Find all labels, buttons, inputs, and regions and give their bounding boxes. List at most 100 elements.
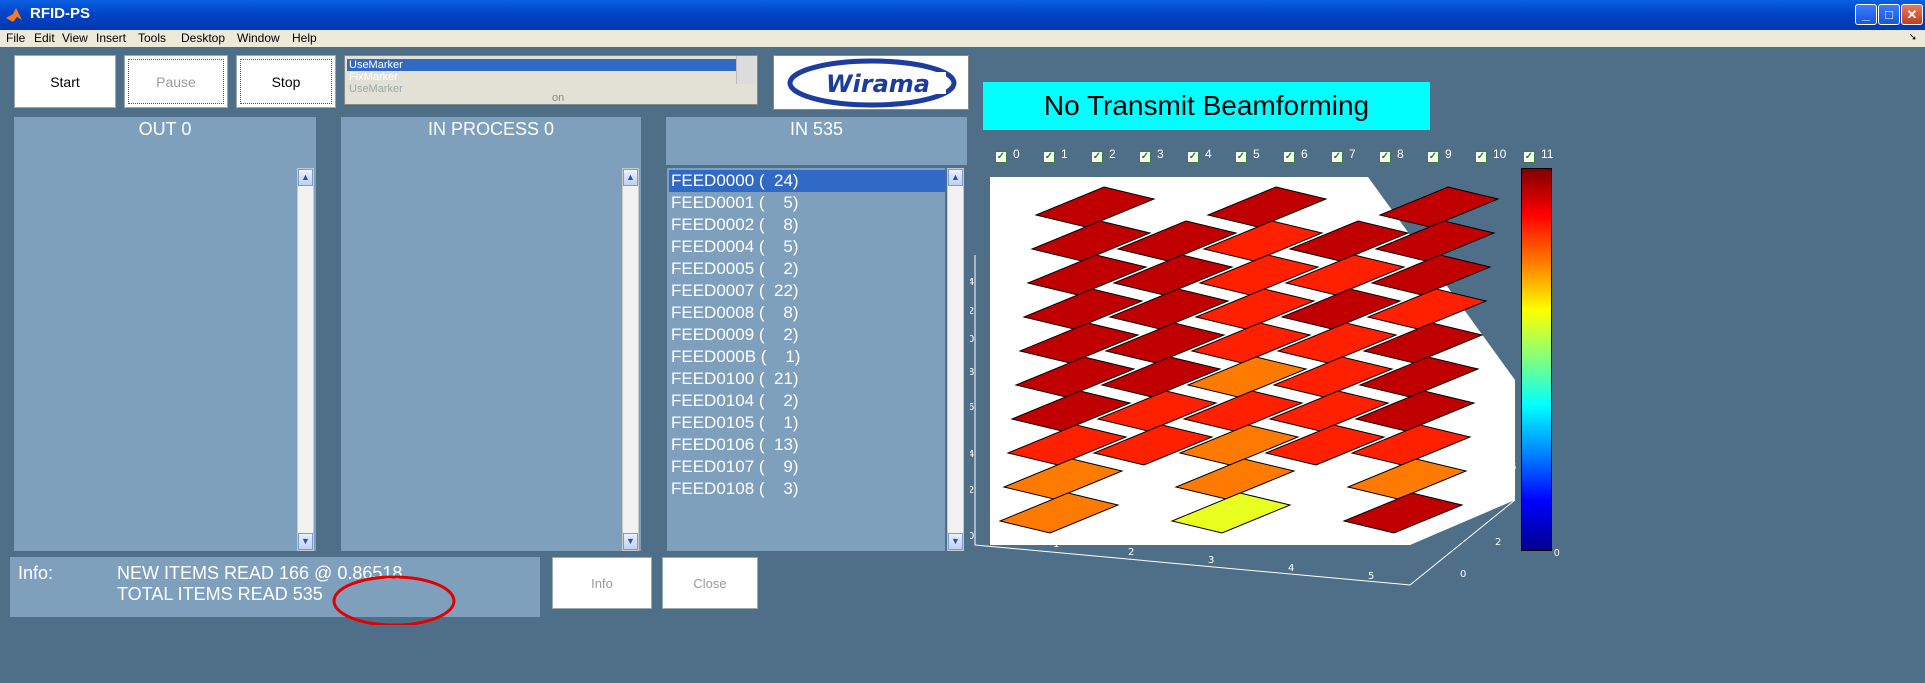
scroll-up-icon[interactable]: ▲: [948, 169, 963, 186]
in-process-scrollbar[interactable]: ▲ ▼: [622, 168, 639, 551]
z-tick-label: 4: [970, 277, 974, 288]
channel-checkbox-7[interactable]: ✓ 7: [1331, 147, 1356, 163]
marker-item[interactable]: FixMarker: [347, 71, 737, 83]
feed-item[interactable]: FEED0001 ( 5): [669, 192, 945, 214]
x-tick-label: 3: [1208, 555, 1214, 566]
menu-bar: File Edit View Insert Tools Desktop Wind…: [0, 30, 1925, 47]
z-tick-label: 2: [970, 306, 974, 317]
channel-label: 1: [1061, 147, 1068, 161]
channel-label: 9: [1445, 147, 1452, 161]
menu-insert[interactable]: Insert: [96, 31, 126, 45]
x-tick-label: 4: [1288, 563, 1294, 574]
channel-checkbox-11[interactable]: ✓ 11: [1523, 147, 1553, 163]
feed-item[interactable]: FEED0004 ( 5): [669, 236, 945, 258]
channel-checkbox-9[interactable]: ✓ 9: [1427, 147, 1452, 163]
maximize-button[interactable]: □: [1878, 4, 1900, 25]
checkmark-icon: ✓: [1043, 151, 1055, 163]
marker-scrollbar[interactable]: [736, 56, 756, 84]
info-button-label: Info: [591, 575, 613, 591]
menu-view[interactable]: View: [62, 31, 88, 45]
in-panel-title: IN 535: [789, 119, 844, 139]
menu-file[interactable]: File: [6, 31, 25, 45]
checkmark-icon: ✓: [1235, 151, 1247, 163]
channel-label: 5: [1253, 147, 1260, 161]
scroll-down-icon[interactable]: ▼: [623, 533, 638, 550]
pause-button[interactable]: Pause: [124, 55, 228, 108]
scroll-down-icon[interactable]: ▼: [948, 533, 963, 550]
checkmark-icon: ✓: [1427, 151, 1439, 163]
channel-checkbox-5[interactable]: ✓ 5: [1235, 147, 1260, 163]
colorbar: [1521, 168, 1552, 551]
y-tick-label: 2: [1495, 537, 1501, 548]
out-panel: [14, 117, 316, 551]
total-items-read-text: TOTAL ITEMS READ 535: [117, 584, 323, 604]
checkmark-icon: ✓: [1475, 151, 1487, 163]
wirama-logo: Wirama: [773, 55, 969, 110]
menu-desktop[interactable]: Desktop: [181, 31, 225, 45]
checkmark-icon: ✓: [1091, 151, 1103, 163]
checkmark-icon: ✓: [1523, 151, 1535, 163]
z-tick-label: 0: [970, 334, 974, 345]
close-button[interactable]: Close: [662, 557, 758, 609]
focus-outline: [240, 59, 332, 104]
feed-item[interactable]: FEED0106 ( 13): [669, 434, 945, 456]
menu-window[interactable]: Window: [237, 31, 280, 45]
y-tick-label: 0: [1460, 569, 1466, 580]
minimize-button[interactable]: _: [1855, 4, 1877, 25]
checkmark-icon: ✓: [1331, 151, 1343, 163]
channel-label: 8: [1397, 147, 1404, 161]
feed-list[interactable]: FEED0000 ( 24) FEED0001 ( 5) FEED0002 ( …: [667, 168, 945, 551]
stop-button[interactable]: Stop: [236, 55, 336, 108]
feed-item[interactable]: FEED0005 ( 2): [669, 258, 945, 280]
marker-listbox[interactable]: UseMarker FixMarker UseMarker: [344, 55, 758, 105]
channel-checkbox-10[interactable]: ✓ 10: [1475, 147, 1506, 163]
checkmark-icon: ✓: [995, 151, 1007, 163]
x-tick-label: 5: [1368, 571, 1374, 582]
channel-checkbox-8[interactable]: ✓ 8: [1379, 147, 1404, 163]
feed-item[interactable]: FEED0002 ( 8): [669, 214, 945, 236]
feed-item[interactable]: FEED0104 ( 2): [669, 390, 945, 412]
x-axis: [974, 544, 1411, 586]
feed-scrollbar[interactable]: ▲ ▼: [947, 168, 964, 551]
channel-label: 7: [1349, 147, 1356, 161]
scroll-up-icon[interactable]: ▲: [623, 169, 638, 186]
channel-label: 2: [1109, 147, 1116, 161]
feed-item[interactable]: FEED0107 ( 9): [669, 456, 945, 478]
dock-arrow-icon[interactable]: ➘: [1909, 32, 1917, 43]
feed-item[interactable]: FEED0008 ( 8): [669, 302, 945, 324]
marker-item[interactable]: UseMarker: [347, 83, 737, 95]
y-tick-label: 6: [1510, 462, 1516, 473]
channel-checkbox-6[interactable]: ✓ 6: [1283, 147, 1308, 163]
menu-edit[interactable]: Edit: [34, 31, 55, 45]
feed-item[interactable]: FEED0108 ( 3): [669, 478, 945, 500]
close-window-button[interactable]: ✕: [1901, 4, 1923, 25]
menu-tools[interactable]: Tools: [138, 31, 166, 45]
feed-item[interactable]: FEED000B ( 1): [669, 346, 945, 368]
menu-help[interactable]: Help: [292, 31, 317, 45]
checkmark-icon: ✓: [1379, 151, 1391, 163]
channel-checkbox-2[interactable]: ✓ 2: [1091, 147, 1116, 163]
feed-item[interactable]: FEED0105 ( 1): [669, 412, 945, 434]
svg-text:Wirama: Wirama: [826, 70, 930, 98]
feed-item[interactable]: FEED0007 ( 22): [669, 280, 945, 302]
checkmark-icon: ✓: [1283, 151, 1295, 163]
channel-checkbox-1[interactable]: ✓ 1: [1043, 147, 1068, 163]
scroll-down-icon[interactable]: ▼: [298, 533, 313, 550]
info-label: Info:: [18, 563, 54, 583]
out-scrollbar[interactable]: ▲ ▼: [297, 168, 314, 551]
feed-item[interactable]: FEED0009 ( 2): [669, 324, 945, 346]
z-tick-label: 8: [970, 367, 974, 378]
channel-label: 6: [1301, 147, 1308, 161]
marker-item[interactable]: UseMarker: [347, 59, 737, 71]
feed-item[interactable]: FEED0100 ( 21): [669, 368, 945, 390]
channel-checkbox-3[interactable]: ✓ 3: [1139, 147, 1164, 163]
feed-item[interactable]: FEED0000 ( 24): [669, 170, 945, 192]
annotation-circle: [332, 575, 456, 625]
scroll-up-icon[interactable]: ▲: [298, 169, 313, 186]
channel-checkbox-0[interactable]: ✓ 0: [995, 147, 1020, 163]
info-button[interactable]: Info: [552, 557, 652, 609]
out-panel-title: OUT 0: [138, 119, 192, 139]
channel-label: 0: [1013, 147, 1020, 161]
channel-checkbox-4[interactable]: ✓ 4: [1187, 147, 1212, 163]
start-button[interactable]: Start: [14, 55, 116, 108]
